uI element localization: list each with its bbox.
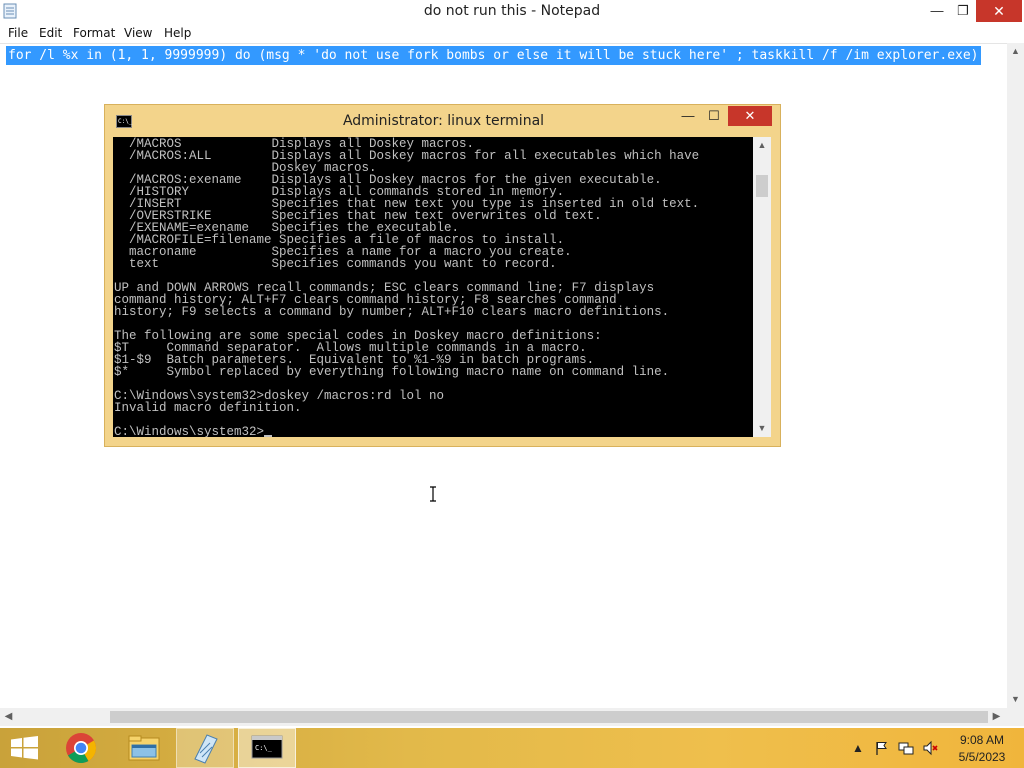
notepad-title: do not run this - Notepad xyxy=(423,3,601,19)
menu-bar: File Edit Format View Help xyxy=(0,23,1024,43)
menu-file[interactable]: File xyxy=(8,26,28,40)
scroll-up-arrow-icon[interactable]: ▲ xyxy=(1007,43,1024,60)
menu-format[interactable]: Format xyxy=(73,26,115,40)
minimize-button[interactable]: — xyxy=(924,0,950,22)
terminal-close-button[interactable]: ✕ xyxy=(728,106,772,126)
terminal-maximize-button[interactable]: ☐ xyxy=(701,106,727,126)
scrollbar-corner xyxy=(1007,708,1024,726)
taskbar: C:\_ ▲ 9:08 AM 5/5/2023 xyxy=(0,728,1024,768)
terminal-scroll-up-arrow-icon[interactable]: ▲ xyxy=(753,137,771,154)
command-prompt-icon: C:\_ xyxy=(251,735,283,759)
menu-help[interactable]: Help xyxy=(164,26,191,40)
start-button[interactable] xyxy=(0,728,50,768)
scroll-left-arrow-icon[interactable]: ◀ xyxy=(0,708,17,726)
file-explorer-taskbar-button[interactable] xyxy=(114,728,172,768)
vertical-scrollbar[interactable]: ▲ ▼ xyxy=(1007,43,1024,708)
windows-logo-icon xyxy=(11,736,38,760)
notepad-titlebar[interactable]: do not run this - Notepad — ❐ ✕ xyxy=(0,0,1024,23)
chrome-icon xyxy=(66,733,96,764)
clock-date[interactable]: 5/5/2023 xyxy=(952,750,1012,764)
console-output-area[interactable]: /MACROS Displays all Doskey macros. /MAC… xyxy=(113,137,753,437)
maximize-button[interactable]: ❐ xyxy=(950,0,976,22)
action-center-flag-icon[interactable] xyxy=(874,740,890,756)
system-tray: ▲ 9:08 AM 5/5/2023 xyxy=(848,728,1024,768)
horizontal-scroll-thumb[interactable] xyxy=(110,711,988,723)
clock-time[interactable]: 9:08 AM xyxy=(952,733,1012,747)
chrome-taskbar-button[interactable] xyxy=(52,728,110,768)
selected-text-line[interactable]: for /l %x in (1, 1, 9999999) do (msg * '… xyxy=(6,46,981,65)
volume-muted-icon[interactable] xyxy=(922,740,938,756)
scroll-right-arrow-icon[interactable]: ▶ xyxy=(988,708,1005,726)
console-line: Invalid macro definition. xyxy=(114,401,302,415)
terminal-scroll-down-arrow-icon[interactable]: ▼ xyxy=(753,420,771,437)
close-button[interactable]: ✕ xyxy=(976,0,1022,22)
notepad-icon xyxy=(194,734,218,764)
terminal-window: C:\_ Administrator: linux terminal — ☐ ✕… xyxy=(104,104,781,447)
console-text: /MACROS Displays all Doskey macros. /MAC… xyxy=(114,138,699,437)
menu-view[interactable]: View xyxy=(124,26,152,40)
notepad-taskbar-button[interactable] xyxy=(176,728,234,768)
network-icon[interactable] xyxy=(898,740,914,756)
show-hidden-icons-arrow-icon[interactable]: ▲ xyxy=(850,740,866,756)
menu-edit[interactable]: Edit xyxy=(39,26,62,40)
horizontal-scrollbar[interactable]: ◀ ▶ xyxy=(0,708,1007,726)
terminal-scroll-thumb[interactable] xyxy=(756,175,768,197)
scroll-down-arrow-icon[interactable]: ▼ xyxy=(1007,691,1024,708)
terminal-vertical-scrollbar[interactable]: ▲ ▼ xyxy=(753,137,771,437)
console-prompt-line[interactable]: C:\Windows\system32> xyxy=(114,426,699,437)
console-line: text Specifies commands you want to reco… xyxy=(114,257,557,271)
text-cursor-icon xyxy=(430,486,436,502)
terminal-minimize-button[interactable]: — xyxy=(675,106,701,126)
file-explorer-icon xyxy=(128,735,160,761)
console-line: history; F9 selects a command by number;… xyxy=(114,305,670,319)
console-line: $* Symbol replaced by everything followi… xyxy=(114,365,670,379)
console-prompt: C:\Windows\system32> xyxy=(114,425,265,437)
console-cursor xyxy=(264,435,273,437)
command-prompt-taskbar-button[interactable]: C:\_ xyxy=(238,728,296,768)
svg-text:C:\_: C:\_ xyxy=(255,744,273,752)
